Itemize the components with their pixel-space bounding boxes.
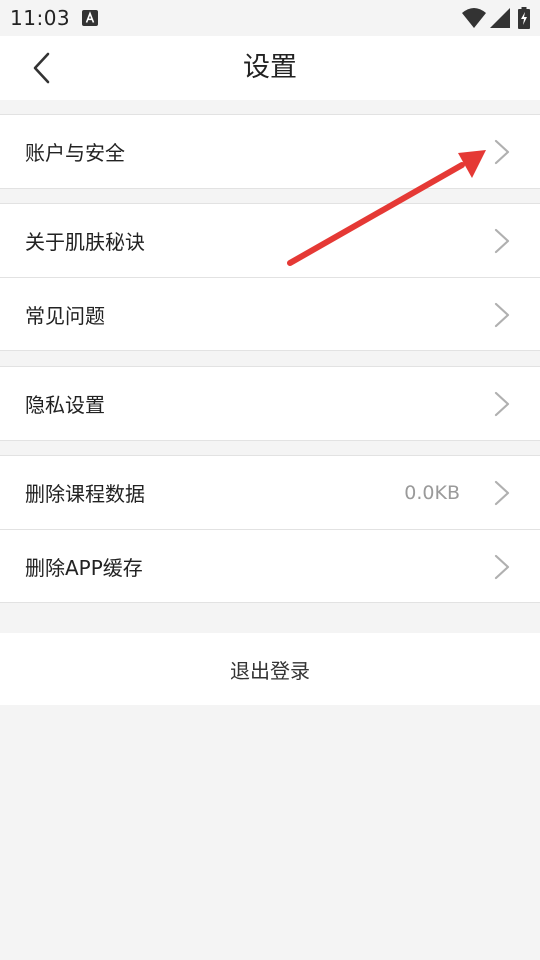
chevron-right-icon: [494, 480, 510, 506]
row-label: 删除APP缓存: [25, 555, 143, 580]
account-security-item[interactable]: 账户与安全: [0, 115, 540, 188]
privacy-settings-item[interactable]: 隐私设置: [0, 367, 540, 440]
chevron-right-icon: [494, 302, 510, 328]
settings-group-privacy: 隐私设置: [0, 366, 540, 441]
row-label: 隐私设置: [25, 393, 105, 417]
app-bar: 设置: [0, 36, 540, 100]
row-label: 常见问题: [25, 303, 105, 328]
back-button[interactable]: [20, 46, 64, 90]
settings-group-storage: 删除课程数据 0.0KB 删除APP缓存: [0, 455, 540, 603]
settings-group-info: 关于肌肤秘诀 常见问题: [0, 203, 540, 351]
logout-button[interactable]: 退出登录: [0, 633, 540, 705]
row-label: 关于肌肤秘诀: [25, 230, 145, 254]
status-bar: 11:03: [0, 0, 540, 36]
chevron-right-icon: [494, 554, 510, 580]
chevron-right-icon: [494, 139, 510, 165]
about-item[interactable]: 关于肌肤秘诀: [0, 204, 540, 277]
chevron-right-icon: [494, 391, 510, 417]
chevron-left-icon: [33, 52, 50, 84]
row-label: 账户与安全: [25, 141, 125, 165]
battery-charging-icon: [518, 7, 530, 29]
wifi-icon: [462, 8, 486, 28]
settings-group-account: 账户与安全: [0, 114, 540, 189]
row-label: 删除课程数据: [25, 482, 145, 506]
a-notification-icon: [82, 10, 98, 26]
signal-icon: [490, 8, 510, 28]
chevron-right-icon: [494, 228, 510, 254]
delete-app-cache-item[interactable]: 删除APP缓存: [0, 529, 540, 602]
delete-course-data-item[interactable]: 删除课程数据 0.0KB: [0, 456, 540, 529]
course-data-size: 0.0KB: [404, 481, 460, 504]
faq-item[interactable]: 常见问题: [0, 277, 540, 350]
status-time: 11:03: [10, 6, 71, 30]
page-title: 设置: [243, 52, 297, 83]
